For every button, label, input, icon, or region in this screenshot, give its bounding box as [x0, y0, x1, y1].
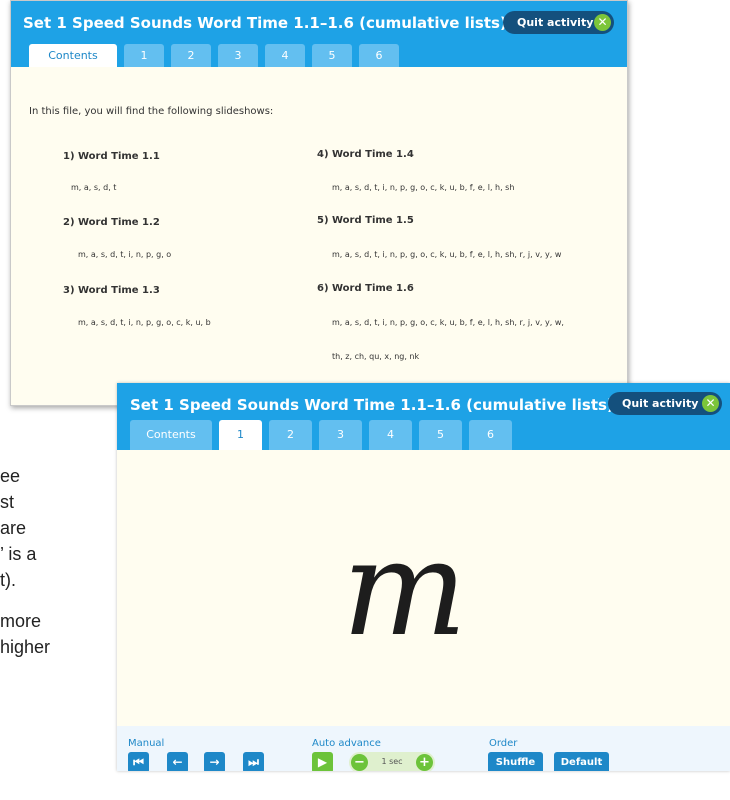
- section-letters: m, a, s, d, t, i, n, p, g, o, c, k, u, b…: [332, 250, 562, 259]
- window-title: Set 1 Speed Sounds Word Time 1.1–1.6 (cu…: [130, 396, 614, 414]
- section-heading: 4) Word Time 1.4: [317, 149, 414, 160]
- plus-icon: +: [419, 755, 430, 770]
- quit-activity-button[interactable]: Quit activity ✕: [608, 392, 722, 415]
- tab-bar: Contents 1 2 3 4 5 6: [29, 44, 627, 67]
- section-letters: m, a, s, d, t: [71, 183, 117, 192]
- tab-contents[interactable]: Contents: [130, 420, 212, 450]
- section-3: 3) Word Time 1.3 m, a, s, d, t, i, n, p,…: [63, 285, 211, 327]
- default-button[interactable]: Default: [554, 752, 609, 771]
- fragment-text: st: [0, 492, 15, 512]
- tab-6[interactable]: 6: [359, 44, 399, 67]
- skip-back-icon: ⏮: [133, 755, 144, 769]
- arrow-left-icon: ←: [172, 755, 183, 769]
- tab-3[interactable]: 3: [218, 44, 258, 67]
- section-2: 2) Word Time 1.2 m, a, s, d, t, i, n, p,…: [63, 217, 171, 259]
- next-slide-button[interactable]: →: [204, 752, 225, 771]
- tab-2[interactable]: 2: [269, 420, 312, 450]
- increase-interval-button[interactable]: +: [416, 754, 433, 771]
- section-5: 5) Word Time 1.5 m, a, s, d, t, i, n, p,…: [317, 215, 561, 259]
- skip-forward-icon: ⏭: [248, 755, 259, 769]
- tab-6[interactable]: 6: [469, 420, 512, 450]
- interval-value: 1 sec: [381, 757, 403, 766]
- tab-1[interactable]: 1: [124, 44, 164, 67]
- contents-panel: In this file, you will find the followin…: [11, 67, 627, 405]
- arrow-right-icon: →: [209, 755, 220, 769]
- section-letters-continued: th, z, ch, qu, x, ng, nk: [332, 352, 420, 361]
- tab-3[interactable]: 3: [319, 420, 362, 450]
- previous-slide-button[interactable]: ←: [167, 752, 188, 771]
- shuffle-button[interactable]: Shuffle: [488, 752, 543, 771]
- section-heading: 6) Word Time 1.6: [317, 283, 414, 294]
- auto-advance-label: Auto advance: [312, 738, 381, 749]
- section-heading: 3) Word Time 1.3: [63, 285, 160, 296]
- tab-4[interactable]: 4: [265, 44, 305, 67]
- intro-text: In this file, you will find the followin…: [29, 106, 274, 117]
- quit-activity-button[interactable]: Quit activity ✕: [503, 11, 614, 34]
- tab-4[interactable]: 4: [369, 420, 412, 450]
- slide-letter: m: [342, 512, 468, 666]
- fragment-text: higher: [0, 637, 51, 657]
- minus-icon: −: [354, 755, 365, 770]
- play-icon: ▶: [317, 755, 328, 769]
- section-1: 1) Word Time 1.1 m, a, s, d, t: [63, 151, 160, 192]
- fragment-text: are: [0, 518, 27, 538]
- first-slide-button[interactable]: ⏮: [128, 752, 149, 771]
- quit-label: Quit activity: [517, 16, 594, 29]
- slideshow-window: Set 1 Speed Sounds Word Time 1.1–1.6 (cu…: [117, 383, 730, 771]
- manual-label: Manual: [128, 738, 165, 749]
- tab-1[interactable]: 1: [219, 420, 262, 450]
- header-bar: Set 1 Speed Sounds Word Time 1.1–1.6 (cu…: [117, 383, 730, 450]
- close-icon: ✕: [594, 14, 611, 31]
- close-icon: ✕: [702, 395, 719, 412]
- section-letters: m, a, s, d, t, i, n, p, g, o, c, k, u, b…: [332, 183, 515, 192]
- interval-control: − 1 sec +: [349, 752, 435, 771]
- section-heading: 2) Word Time 1.2: [63, 217, 160, 228]
- fragment-text: ’ is a: [0, 544, 37, 564]
- tab-2[interactable]: 2: [171, 44, 211, 67]
- quit-label: Quit activity: [622, 397, 699, 410]
- tab-contents[interactable]: Contents: [29, 44, 117, 67]
- decrease-interval-button[interactable]: −: [351, 754, 368, 771]
- section-6: 6) Word Time 1.6 m, a, s, d, t, i, n, p,…: [317, 283, 564, 361]
- contents-window: Set 1 Speed Sounds Word Time 1.1–1.6 (cu…: [10, 0, 628, 406]
- section-letters: m, a, s, d, t, i, n, p, g, o, c, k, u, b…: [332, 318, 564, 327]
- tab-5[interactable]: 5: [312, 44, 352, 67]
- control-bar: Manual ⏮ ← → ⏭ Auto advance ▶ − 1 sec + …: [117, 726, 730, 771]
- last-slide-button[interactable]: ⏭: [243, 752, 264, 771]
- header-bar: Set 1 Speed Sounds Word Time 1.1–1.6 (cu…: [11, 1, 627, 67]
- section-heading: 1) Word Time 1.1: [63, 151, 160, 162]
- section-letters: m, a, s, d, t, i, n, p, g, o: [78, 250, 172, 259]
- play-button[interactable]: ▶: [312, 752, 333, 771]
- fragment-text: more: [0, 611, 42, 631]
- section-4: 4) Word Time 1.4 m, a, s, d, t, i, n, p,…: [317, 149, 514, 192]
- window-title: Set 1 Speed Sounds Word Time 1.1–1.6 (cu…: [23, 14, 507, 32]
- tab-5[interactable]: 5: [419, 420, 462, 450]
- section-letters: m, a, s, d, t, i, n, p, g, o, c, k, u, b: [78, 318, 211, 327]
- order-label: Order: [489, 738, 518, 749]
- fragment-text: ee: [0, 466, 21, 486]
- section-heading: 5) Word Time 1.5: [317, 215, 414, 226]
- fragment-text: t).: [0, 570, 16, 590]
- tab-bar: Contents 1 2 3 4 5 6: [130, 419, 730, 450]
